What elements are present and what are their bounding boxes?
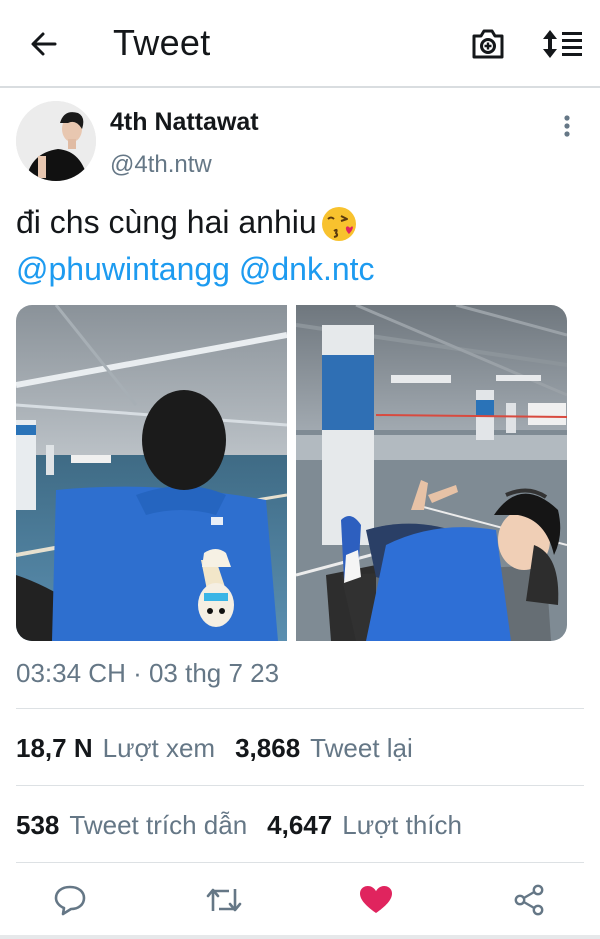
camera-button[interactable] (466, 22, 510, 66)
quotes-count: 538 (16, 809, 60, 840)
tweet-timestamp: 03:34 CH · 03 thg 7 23 (16, 658, 280, 688)
retweets-stat[interactable]: 3,868 Tweet lại (235, 733, 413, 764)
views-label: Lượt xem (102, 732, 216, 763)
top-bar: Tweet (0, 0, 600, 88)
kissing-heart-emoji (321, 206, 356, 241)
stats-row: 538 Tweet trích dẫn 4,647 Lượt thích (16, 805, 482, 845)
likes-stat[interactable]: 4,647 Lượt thích (267, 810, 462, 841)
sort-button[interactable] (538, 22, 588, 66)
sort-icon (543, 30, 582, 58)
tweet-photo[interactable] (296, 305, 567, 641)
tweet-text: đi chs cùng hai anhiu @phuwintangg @dnk.… (16, 199, 576, 293)
share-button[interactable] (505, 876, 553, 924)
mention-link[interactable]: @dnk.ntc (239, 246, 375, 293)
more-options-button[interactable] (552, 108, 582, 144)
camera-icon (472, 29, 504, 59)
likes-count: 4,647 (267, 809, 333, 840)
heart-icon (360, 886, 392, 913)
retweet-button[interactable] (200, 876, 248, 924)
tweet-body: đi chs cùng hai anhiu (16, 204, 317, 240)
stats-row: 18,7 N Lượt xem 3,868 Tweet lại (16, 728, 433, 768)
avatar[interactable] (16, 101, 96, 181)
quotes-stat[interactable]: 538 Tweet trích dẫn (16, 810, 247, 841)
retweets-count: 3,868 (235, 732, 301, 763)
mention-link[interactable]: @phuwintangg (16, 246, 230, 293)
more-vertical-icon (564, 115, 570, 137)
tweet-actions (0, 872, 600, 928)
retweet-icon (206, 888, 242, 912)
quotes-label: Tweet trích dẫn (69, 809, 248, 840)
author-handle[interactable]: @4th.ntw (110, 151, 212, 179)
divider (16, 862, 584, 863)
page-title: Tweet (113, 22, 211, 63)
share-icon (514, 884, 544, 916)
views-count: 18,7 N (16, 732, 93, 763)
arrow-left-icon (31, 32, 57, 56)
divider (16, 708, 584, 709)
like-button[interactable] (352, 876, 400, 924)
bottom-divider (0, 935, 600, 939)
speech-bubble-icon (54, 885, 86, 916)
likes-label: Lượt thích (342, 809, 462, 840)
author-display-name[interactable]: 4th Nattawat (110, 108, 259, 137)
divider (16, 785, 584, 786)
reply-button[interactable] (46, 876, 94, 924)
views-stat[interactable]: 18,7 N Lượt xem (16, 733, 215, 764)
tweet-photo[interactable] (16, 305, 287, 641)
retweets-label: Tweet lại (310, 732, 413, 763)
back-button[interactable] (22, 22, 66, 66)
